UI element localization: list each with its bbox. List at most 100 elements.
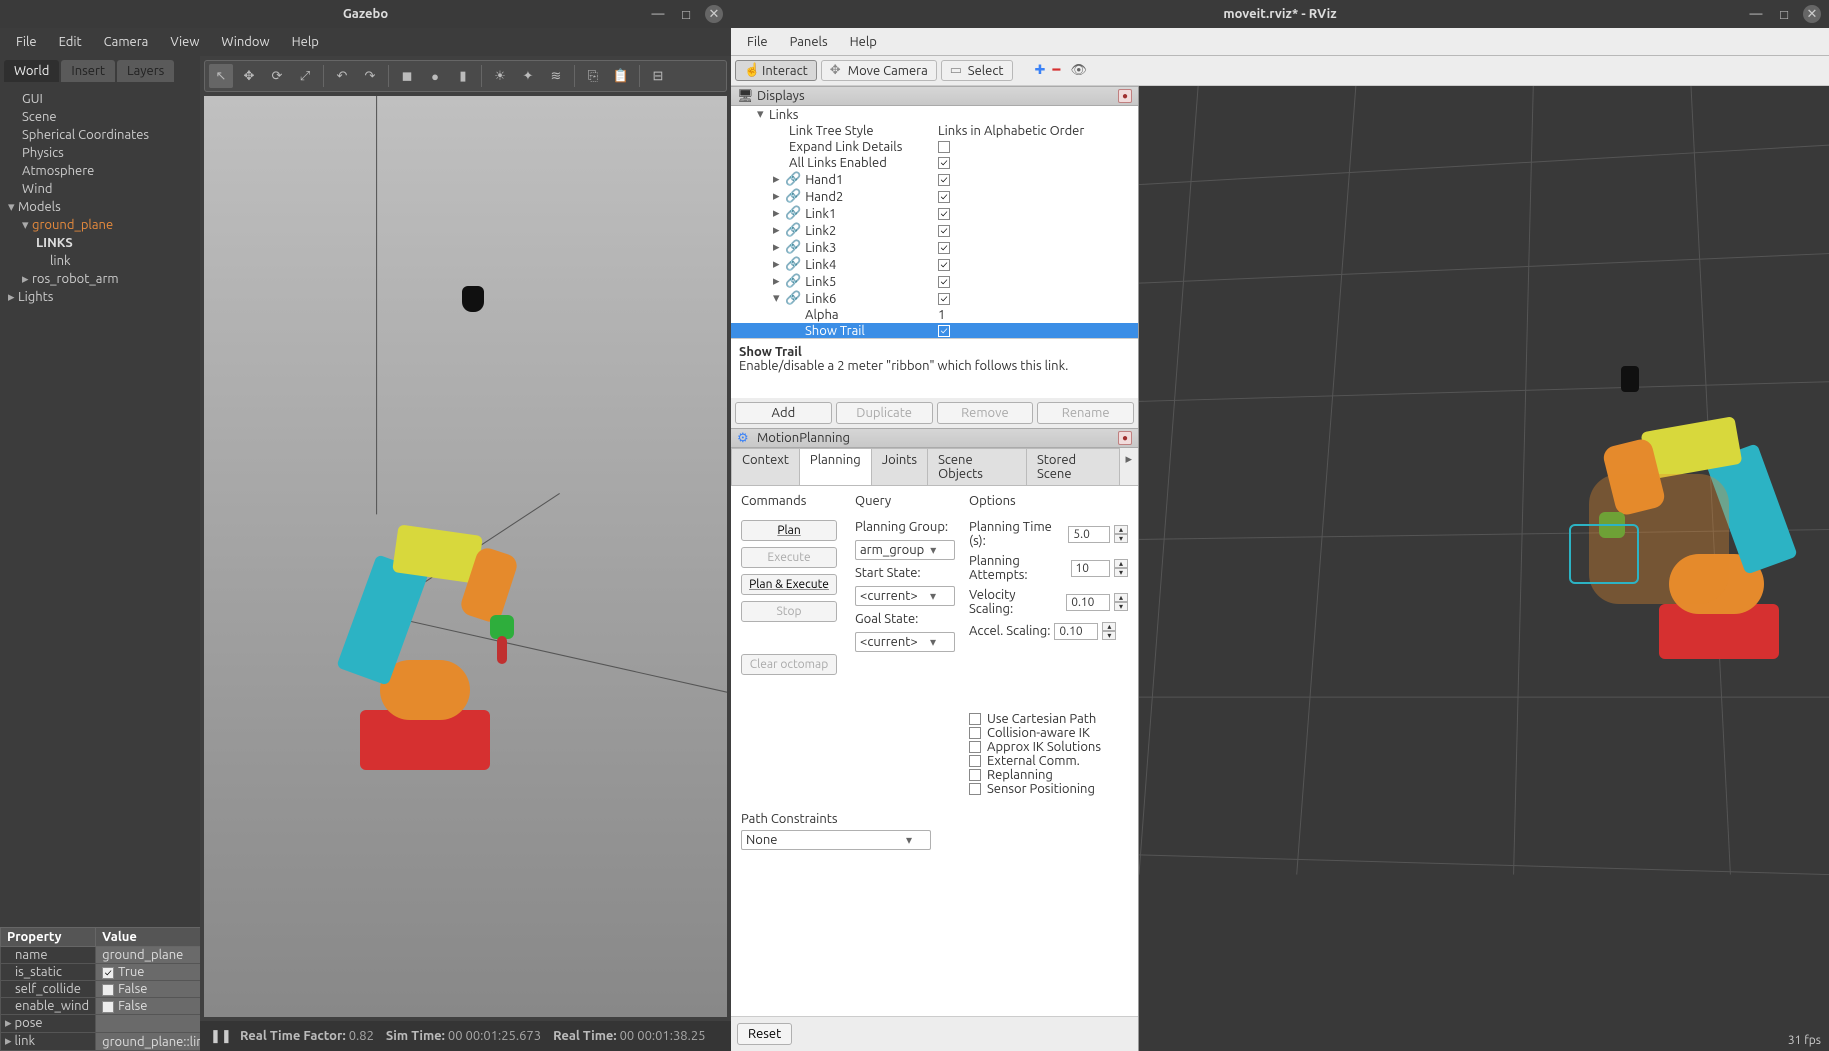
tree-atmosphere[interactable]: Atmosphere [8,162,192,180]
spin-up-icon[interactable]: ▴ [1114,593,1128,602]
row-value[interactable]: Links in Alphabetic Order [934,124,1134,138]
align-icon[interactable]: ⊟ [646,64,670,88]
checkbox-icon[interactable] [938,157,950,169]
link-row-link2[interactable]: ▸🔗Link2 [731,222,1138,239]
pointer-icon[interactable]: ↖ [209,64,233,88]
close-icon[interactable]: ● [1118,89,1132,103]
link-row-link6[interactable]: ▾🔗Link6 [731,290,1138,307]
duplicate-button[interactable]: Duplicate [836,402,933,424]
show-trail-row[interactable]: Show Trail [731,323,1138,338]
prop-key[interactable]: ▸ pose [1,1015,96,1033]
tab-layers[interactable]: Layers [117,60,174,82]
expand-link-details-row[interactable]: Expand Link Details [731,139,1138,155]
chevron-down-icon[interactable]: ▾ [773,291,785,306]
rotate-icon[interactable]: ⟳ [265,64,289,88]
pause-icon[interactable]: ❚❚ [210,1029,228,1044]
spin-down-icon[interactable]: ▾ [1102,631,1116,640]
option-check[interactable]: Collision-aware IK [969,726,1128,740]
checkbox-icon[interactable] [938,325,950,337]
paste-icon[interactable]: 📋 [609,64,633,88]
row-value[interactable] [934,324,1134,338]
tab-joints[interactable]: Joints [871,448,928,485]
close-icon[interactable]: ● [1118,431,1132,445]
row-value[interactable] [934,156,1134,170]
focus-remove-icon[interactable]: ━ [1053,63,1067,78]
row-value[interactable] [934,189,1134,204]
remove-button[interactable]: Remove [937,402,1034,424]
menu-view[interactable]: View [160,32,209,52]
menu-file[interactable]: File [737,32,778,52]
prop-value[interactable] [96,1015,217,1033]
tab-stored-scene[interactable]: Stored Scene [1026,448,1121,485]
clear-octomap-button[interactable]: Clear octomap [741,654,837,675]
checkbox-icon[interactable] [969,755,981,767]
link-row-link3[interactable]: ▸🔗Link3 [731,239,1138,256]
menu-window[interactable]: Window [211,32,279,52]
checkbox-icon[interactable] [938,191,950,203]
row-value[interactable] [934,240,1134,255]
row-value[interactable] [934,206,1134,221]
spin-down-icon[interactable]: ▾ [1114,534,1128,543]
row-value[interactable] [934,291,1134,306]
tabs-more-icon[interactable]: ▸ [1119,448,1138,485]
spin-down-icon[interactable]: ▾ [1114,602,1128,611]
row-value[interactable] [934,140,1134,154]
planning-group-select[interactable]: arm_group [855,540,955,560]
menu-help[interactable]: Help [840,32,887,52]
chevron-down-icon[interactable]: ▾ [757,107,769,122]
prop-key[interactable]: enable_wind [1,998,96,1015]
spin-up-icon[interactable]: ▴ [1102,622,1116,631]
option-check[interactable]: Approx IK Solutions [969,740,1128,754]
checkbox-icon[interactable] [938,259,950,271]
row-value[interactable]: 1 [934,308,1134,322]
row-value[interactable] [934,274,1134,289]
checkbox-icon[interactable] [938,208,950,220]
execute-button[interactable]: Execute [741,547,837,568]
light-spot-icon[interactable]: ✦ [516,64,540,88]
checkbox-icon[interactable] [938,174,950,186]
select-button[interactable]: ▭Select [941,60,1013,81]
tree-links-header[interactable]: LINKS [8,234,192,252]
tree-spherical[interactable]: Spherical Coordinates [8,126,192,144]
copy-icon[interactable]: ⎘ [581,64,605,88]
link-tree-style-row[interactable]: Link Tree StyleLinks in Alphabetic Order [731,123,1138,139]
gazebo-viewport[interactable] [204,96,727,1017]
alpha-row[interactable]: Alpha1 [731,307,1138,323]
goal-state-select[interactable]: <current> [855,632,955,652]
checkbox-icon[interactable] [969,741,981,753]
tree-link[interactable]: link [8,252,192,270]
row-value[interactable] [934,107,1134,122]
tree-gui[interactable]: GUI [8,90,192,108]
chevron-right-icon[interactable]: ▸ [773,189,785,204]
interact-button[interactable]: ☝Interact [735,60,817,81]
stop-button[interactable]: Stop [741,601,837,622]
scale-icon[interactable]: ⤢ [293,64,317,88]
prop-value[interactable]: True [96,964,217,981]
tab-context[interactable]: Context [731,448,800,485]
tree-scene[interactable]: Scene [8,108,192,126]
prop-key[interactable]: is_static [1,964,96,981]
tree-models[interactable]: ▾Models [8,198,192,216]
tree-ground-plane[interactable]: ▾ground_plane [8,216,192,234]
world-tree[interactable]: GUI Scene Spherical Coordinates Physics … [0,86,200,927]
rename-button[interactable]: Rename [1037,402,1134,424]
box-icon[interactable]: ◼ [395,64,419,88]
prop-value[interactable]: ground_plane [96,947,217,964]
checkbox-icon[interactable] [102,1001,114,1013]
undo-icon[interactable]: ↶ [330,64,354,88]
minimize-icon[interactable]: — [649,5,667,23]
sphere-icon[interactable]: ● [423,64,447,88]
menu-edit[interactable]: Edit [49,32,92,52]
planning-time-input[interactable]: 5.0 [1068,526,1110,543]
light-point-icon[interactable]: ☀ [488,64,512,88]
motionplanning-header[interactable]: ⚙ MotionPlanning ● [731,428,1138,448]
checkbox-icon[interactable] [969,727,981,739]
option-check[interactable]: Replanning [969,768,1128,782]
plan-execute-button[interactable]: Plan & Execute [741,574,837,595]
reset-button[interactable]: Reset [737,1023,792,1045]
spin-up-icon[interactable]: ▴ [1114,559,1128,568]
close-icon[interactable]: ✕ [1803,5,1821,23]
chevron-right-icon[interactable]: ▸ [773,172,785,187]
row-value[interactable] [934,172,1134,187]
option-check[interactable]: Use Cartesian Path [969,712,1128,726]
